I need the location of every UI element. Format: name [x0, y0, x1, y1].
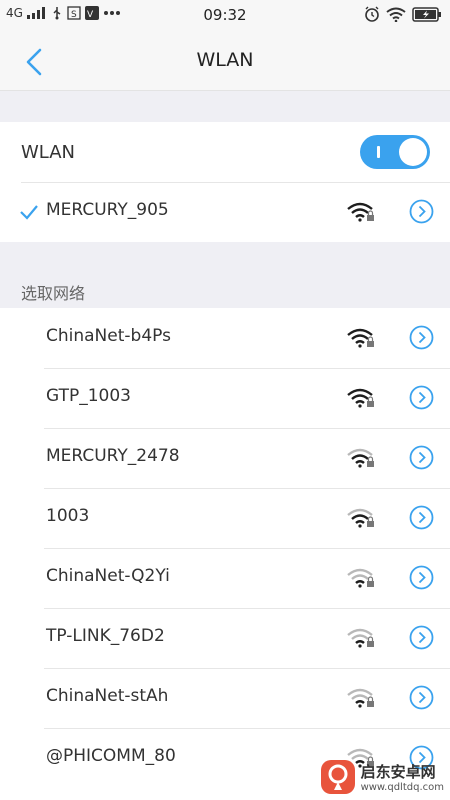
checkmark-icon	[20, 205, 38, 220]
network-details-icon[interactable]	[409, 385, 434, 410]
network-details-icon[interactable]	[409, 199, 434, 224]
network-row[interactable]: GTP_1003	[0, 368, 450, 428]
alarm-icon	[365, 6, 379, 22]
watermark-url: www.qdltdq.com	[360, 782, 444, 793]
wifi-signal-icon	[347, 508, 374, 528]
network-details-icon[interactable]	[409, 565, 434, 590]
network-row[interactable]: ChinaNet-Q2Yi	[0, 548, 450, 608]
wifi-signal-icon	[347, 568, 374, 588]
status-bar: 4G S V 09:32	[0, 0, 450, 32]
watermark-name: 启东安卓网	[360, 763, 436, 781]
battery-icon	[412, 6, 441, 22]
wlan-toggle[interactable]	[360, 135, 430, 169]
status-right	[364, 6, 442, 22]
wifi-signal-icon	[347, 628, 374, 648]
network-ssid: ChinaNet-stAh	[46, 686, 169, 706]
network-row[interactable]: 1003	[0, 488, 450, 548]
nav-bar: WLAN	[0, 32, 450, 91]
network-details-icon[interactable]	[409, 685, 434, 710]
network-ssid: GTP_1003	[46, 386, 131, 406]
connected-ssid: MERCURY_905	[46, 200, 169, 220]
network-row[interactable]: ChinaNet-b4Ps	[0, 308, 450, 368]
wifi-status-icon	[386, 7, 406, 22]
wlan-label: WLAN	[21, 142, 76, 163]
page-title: WLAN	[196, 49, 254, 71]
watermark-logo	[320, 760, 355, 794]
wifi-signal-icon	[347, 688, 374, 708]
wifi-signal-icon	[347, 202, 374, 222]
network-ssid: @PHICOMM_80	[46, 746, 176, 766]
network-ssid: ChinaNet-b4Ps	[46, 326, 171, 346]
network-details-icon[interactable]	[409, 445, 434, 470]
toggle-knob	[399, 138, 427, 166]
wifi-signal-icon	[347, 388, 374, 408]
network-row[interactable]: MERCURY_2478	[0, 428, 450, 488]
network-list: ChinaNet-b4Ps GTP_1003 MERCURY_2478 1003 Chi…	[0, 308, 450, 800]
section-label: 选取网络	[21, 284, 86, 303]
wifi-signal-icon	[347, 448, 374, 468]
connected-network-row[interactable]: MERCURY_905	[0, 182, 450, 242]
network-row[interactable]: TP-LINK_76D2	[0, 608, 450, 668]
network-details-icon[interactable]	[409, 325, 434, 350]
network-ssid: ChinaNet-Q2Yi	[46, 566, 170, 586]
toggle-on-indicator	[377, 146, 380, 158]
wifi-signal-icon	[347, 328, 374, 348]
network-ssid: 1003	[46, 506, 90, 526]
network-details-icon[interactable]	[409, 505, 434, 530]
network-row[interactable]: ChinaNet-stAh	[0, 668, 450, 728]
network-details-icon[interactable]	[409, 625, 434, 650]
network-ssid: MERCURY_2478	[46, 446, 180, 466]
network-ssid: TP-LINK_76D2	[46, 626, 165, 646]
watermark: 启东安卓网 www.qdltdq.com	[320, 760, 444, 794]
